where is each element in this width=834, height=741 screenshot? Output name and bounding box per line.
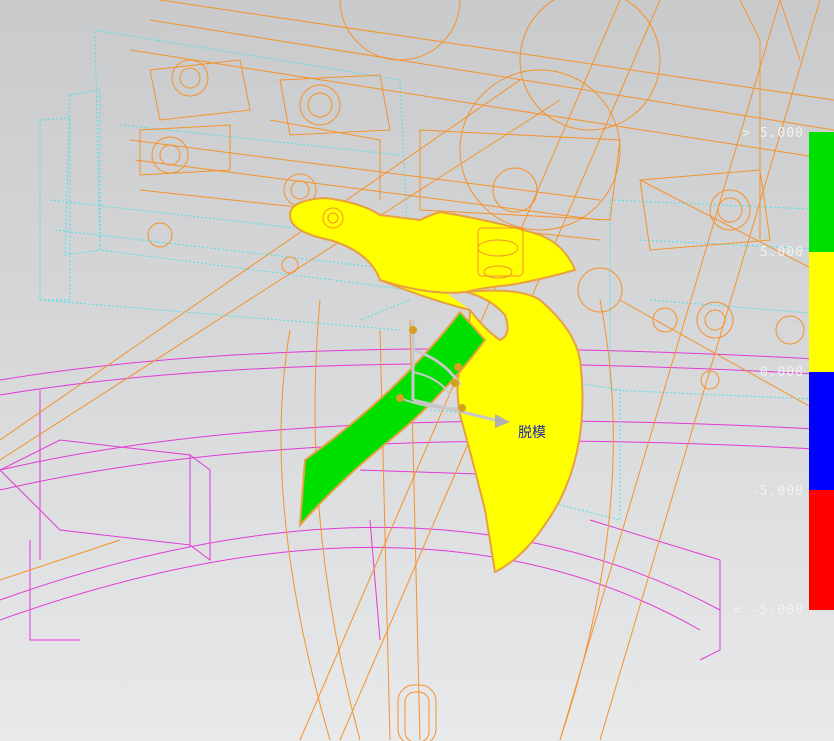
legend-band-positive-above — [809, 132, 834, 252]
legend-label-lower: -5.000 — [751, 484, 804, 499]
legend-band-negative — [809, 372, 834, 490]
legend-band-positive — [809, 252, 834, 372]
graphics-viewport[interactable]: 脱模 > 5.000 5.000 0.000 -5.000 < -5.000 — [0, 0, 834, 741]
legend-label-min: < -5.000 — [733, 603, 804, 618]
legend-band-negative-below — [809, 490, 834, 610]
legend-label-zero: 0.000 — [759, 365, 804, 380]
legend-label-max: > 5.000 — [742, 126, 804, 141]
positive-draft-face-top[interactable] — [288, 196, 577, 294]
cad-model-scene[interactable] — [0, 0, 834, 741]
legend-label-upper: 5.000 — [759, 245, 804, 260]
steep-draft-face[interactable] — [298, 310, 487, 528]
draft-direction-label: 脱模 — [518, 425, 546, 441]
